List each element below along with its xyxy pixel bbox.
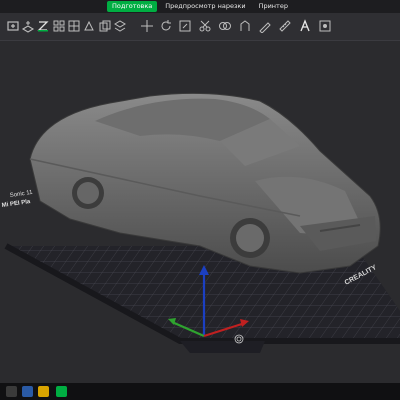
add-plate-icon[interactable] <box>21 19 35 33</box>
slicer-app-icon[interactable] <box>56 386 67 397</box>
start-icon[interactable] <box>6 386 17 397</box>
add-object-icon[interactable] <box>6 19 20 33</box>
tab-slice-preview[interactable]: Предпросмотр нарезки <box>160 0 250 13</box>
3d-viewport[interactable]: Sonic 11 Mi PEI Pla CREALITY <box>0 41 400 383</box>
text-icon[interactable] <box>298 19 312 33</box>
cut-icon[interactable] <box>198 19 212 33</box>
grid-view-icon[interactable] <box>67 19 81 33</box>
rotate-icon[interactable] <box>159 19 173 33</box>
scale-icon[interactable] <box>178 19 192 33</box>
mesh-boolean-icon[interactable] <box>218 19 232 33</box>
mode-tabs: Подготовка Предпросмотр нарезки Принтер <box>0 0 400 13</box>
seam-paint-icon[interactable] <box>258 19 272 33</box>
copy-icon[interactable] <box>98 19 112 33</box>
search-icon[interactable] <box>22 386 33 397</box>
tab-printer[interactable]: Принтер <box>254 0 293 13</box>
main-toolbar <box>0 13 400 41</box>
move-icon[interactable] <box>140 19 154 33</box>
auto-arrange-icon[interactable] <box>52 19 66 33</box>
support-paint-icon[interactable] <box>238 19 252 33</box>
color-paint-icon[interactable] <box>318 19 332 33</box>
os-taskbar <box>0 383 400 400</box>
scene: Sonic 11 Mi PEI Pla CREALITY <box>0 41 400 383</box>
folder-icon[interactable] <box>38 386 49 397</box>
top-bar: Подготовка Предпросмотр нарезки Принтер <box>0 0 400 13</box>
measure-icon[interactable] <box>278 19 292 33</box>
tab-prepare[interactable]: Подготовка <box>107 1 158 12</box>
split-icon[interactable] <box>82 19 96 33</box>
layer-icon[interactable] <box>113 19 127 33</box>
orient-icon[interactable] <box>36 19 50 33</box>
